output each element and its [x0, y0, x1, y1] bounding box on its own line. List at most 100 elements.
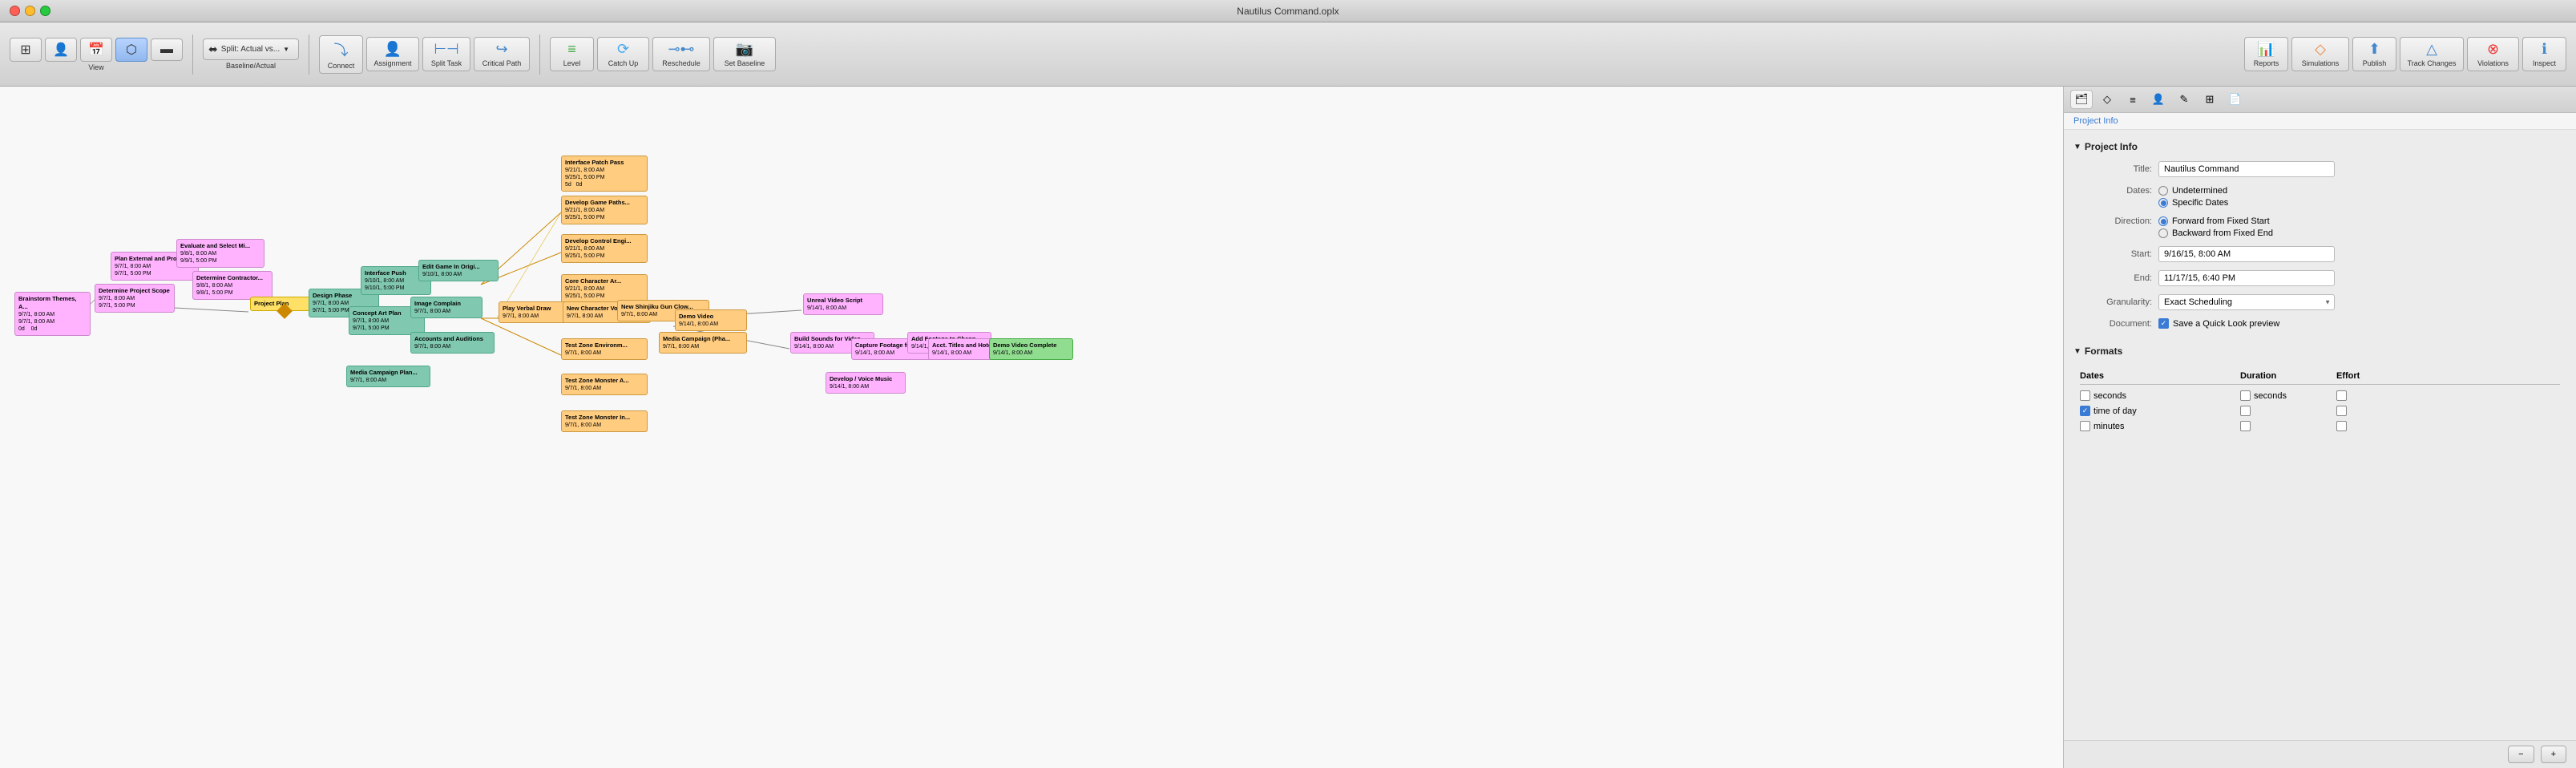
minimize-button[interactable]	[25, 6, 35, 16]
close-button[interactable]	[10, 6, 20, 16]
granularity-select[interactable]: Exact Scheduling Day Hour Minute	[2158, 294, 2335, 310]
undetermined-option[interactable]: Undetermined	[2158, 186, 2228, 196]
tab-briefcase[interactable]: 🗂	[2070, 90, 2093, 109]
inspect-button[interactable]: ℹ Inspect	[2522, 37, 2566, 71]
main-area: Brainstorm Themes, A... 9/7/1, 8:00 AM 9…	[0, 87, 2576, 768]
canvas-area[interactable]: Brainstorm Themes, A... 9/7/1, 8:00 AM 9…	[0, 87, 2063, 768]
network-view-button[interactable]: ⬡	[115, 38, 147, 62]
level-button[interactable]: ≡ Level	[550, 37, 594, 71]
node-brainstorm[interactable]: Brainstorm Themes, A... 9/7/1, 8:00 AM 9…	[14, 292, 91, 336]
reports-icon: 📊	[2257, 41, 2275, 58]
simulations-button[interactable]: ◇ Simulations	[2291, 37, 2349, 71]
tab-lines[interactable]: ≡	[2122, 90, 2144, 109]
project-info-section-header[interactable]: ▼ Project Info	[2064, 136, 2576, 157]
end-input[interactable]	[2158, 270, 2335, 286]
briefcase-icon: 🗂	[2075, 93, 2089, 106]
reschedule-button[interactable]: ⊸⊷ Reschedule	[652, 37, 710, 71]
violations-button[interactable]: ⊗ Violations	[2467, 37, 2519, 71]
catch-up-button[interactable]: ⟳ Catch Up	[597, 37, 649, 71]
node-develop-game-paths[interactable]: Develop Game Paths... 9/21/1, 8:00 AM 9/…	[561, 196, 648, 224]
node-develop-voice[interactable]: Develop / Voice Music 9/14/1, 8:00 AM	[826, 372, 906, 394]
node-media-campaign-pha[interactable]: Media Campaign (Pha... 9/7/1, 8:00 AM	[659, 332, 747, 354]
minutes-duration-checkbox[interactable]	[2240, 421, 2251, 431]
node-unreal-video-script[interactable]: Unreal Video Script 9/14/1, 8:00 AM	[803, 293, 883, 315]
split-task-icon: ⊢⊣	[434, 41, 458, 58]
critical-path-icon: ↪	[495, 41, 507, 58]
set-baseline-label: Set Baseline	[725, 59, 765, 67]
critical-path-button[interactable]: ↪ Critical Path	[474, 37, 530, 71]
document-checkbox-item[interactable]: ✓ Save a Quick Look preview	[2158, 318, 2279, 329]
baseline-actual-group: ⬌ Split: Actual vs... ▼ Baseline/Actual	[203, 38, 299, 70]
specific-dates-radio[interactable]	[2158, 198, 2168, 208]
inspect-label: Inspect	[2533, 59, 2556, 67]
seconds-effort-checkbox[interactable]	[2336, 390, 2347, 401]
specific-dates-option[interactable]: Specific Dates	[2158, 198, 2228, 208]
tab-diamond[interactable]: ◇	[2096, 90, 2118, 109]
granularity-row: Granularity: Exact Scheduling Day Hour M…	[2064, 290, 2576, 314]
tab-grid[interactable]: ⊞	[2198, 90, 2221, 109]
timeofday-dates-checkbox[interactable]: ✓	[2080, 406, 2090, 416]
timeofday-duration	[2240, 406, 2336, 416]
assignment-button[interactable]: 👤 Assignment	[366, 37, 419, 71]
node-demo-video[interactable]: Demo Video 9/14/1, 8:00 AM	[675, 309, 747, 331]
forward-option[interactable]: Forward from Fixed Start	[2158, 216, 2273, 226]
minutes-dates-check[interactable]: minutes	[2080, 421, 2240, 431]
backward-option[interactable]: Backward from Fixed End	[2158, 228, 2273, 238]
baseline-actual-button[interactable]: ⬌ Split: Actual vs... ▼	[203, 38, 299, 60]
gantt-view-button[interactable]: ▬	[151, 38, 183, 61]
node-interface-patch[interactable]: Interface Patch Pass 9/21/1, 8:00 AM 9/2…	[561, 156, 648, 192]
node-accounts-auditions[interactable]: Accounts and Auditions 9/7/1, 8:00 AM	[410, 332, 495, 354]
timeofday-effort-checkbox[interactable]	[2336, 406, 2347, 416]
view-label: View	[88, 63, 103, 71]
undetermined-radio[interactable]	[2158, 186, 2168, 196]
node-develop-control[interactable]: Develop Control Engi... 9/21/1, 8:00 AM …	[561, 234, 648, 263]
forward-radio[interactable]	[2158, 216, 2168, 226]
remove-button[interactable]: −	[2508, 746, 2534, 763]
node-test-zone-env[interactable]: Test Zone Environm... 9/7/1, 8:00 AM	[561, 338, 648, 360]
timeofday-duration-checkbox[interactable]	[2240, 406, 2251, 416]
people-view-button[interactable]: 👤	[45, 38, 77, 62]
seconds-duration-check[interactable]: seconds	[2240, 390, 2336, 401]
node-core-character[interactable]: Core Character Ar... 9/21/1, 8:00 AM 9/2…	[561, 274, 648, 303]
reports-button[interactable]: 📊 Reports	[2244, 37, 2288, 71]
simulations-icon: ◇	[2315, 41, 2326, 58]
connect-button[interactable]: ⤵ Connect	[319, 35, 363, 74]
reports-label: Reports	[2254, 59, 2279, 67]
formats-section: Dates Duration Effort	[2064, 362, 2576, 440]
seconds-duration-checkbox[interactable]	[2240, 390, 2251, 401]
node-test-zone-monster-in[interactable]: Test Zone Monster In... 9/7/1, 8:00 AM	[561, 410, 648, 432]
timeofday-dates-check[interactable]: ✓ time of day	[2080, 406, 2240, 416]
seconds-dates-checkbox[interactable]	[2080, 390, 2090, 401]
right-panel: 🗂 ◇ ≡ 👤 ✎ ⊞ 📄 Project Info	[2063, 87, 2576, 768]
formats-section-header[interactable]: ▼ Formats	[2064, 341, 2576, 362]
tab-edit[interactable]: ✎	[2173, 90, 2195, 109]
format-row-timeofday: ✓ time of day	[2080, 403, 2560, 418]
diamond-icon: ◇	[2103, 93, 2111, 106]
node-project-scope[interactable]: Determine Project Scope 9/7/1, 8:00 AM 9…	[95, 284, 175, 313]
document-checkbox[interactable]: ✓	[2158, 318, 2169, 329]
node-determine-contractor[interactable]: Determine Contractor... 9/8/1, 8:00 AM 9…	[192, 271, 273, 300]
node-edit-game[interactable]: Edit Game In Origi... 9/10/1, 8:00 AM	[418, 260, 499, 281]
node-evaluate-select[interactable]: Evaluate and Select Mi... 9/8/1, 8:00 AM…	[176, 239, 264, 268]
start-input[interactable]	[2158, 246, 2335, 262]
split-task-button[interactable]: ⊢⊣ Split Task	[422, 37, 470, 71]
node-image-complain[interactable]: Image Complain 9/7/1, 8:00 AM	[410, 297, 482, 318]
node-media-campaign-plan[interactable]: Media Campaign Plan... 9/7/1, 8:00 AM	[346, 366, 430, 387]
node-test-zone-monster-a[interactable]: Test Zone Monster A... 9/7/1, 8:00 AM	[561, 374, 648, 395]
seconds-dates-check[interactable]: seconds	[2080, 390, 2240, 401]
publish-button[interactable]: ⬆ Publish	[2352, 37, 2396, 71]
set-baseline-button[interactable]: 📷 Set Baseline	[713, 37, 776, 71]
minutes-dates-checkbox[interactable]	[2080, 421, 2090, 431]
tab-person[interactable]: 👤	[2147, 90, 2170, 109]
table-view-button[interactable]: ⊞	[10, 38, 42, 62]
tab-doc[interactable]: 📄	[2224, 90, 2247, 109]
doc-icon: 📄	[2229, 93, 2242, 106]
backward-radio[interactable]	[2158, 228, 2168, 238]
node-demo-complete[interactable]: Demo Video Complete 9/14/1, 8:00 AM	[989, 338, 1073, 360]
title-input[interactable]	[2158, 161, 2335, 177]
track-changes-button[interactable]: △ Track Changes	[2400, 37, 2464, 71]
maximize-button[interactable]	[40, 6, 50, 16]
add-button[interactable]: +	[2541, 746, 2566, 763]
calendar-view-button[interactable]: 📅	[80, 38, 112, 62]
minutes-effort-checkbox[interactable]	[2336, 421, 2347, 431]
